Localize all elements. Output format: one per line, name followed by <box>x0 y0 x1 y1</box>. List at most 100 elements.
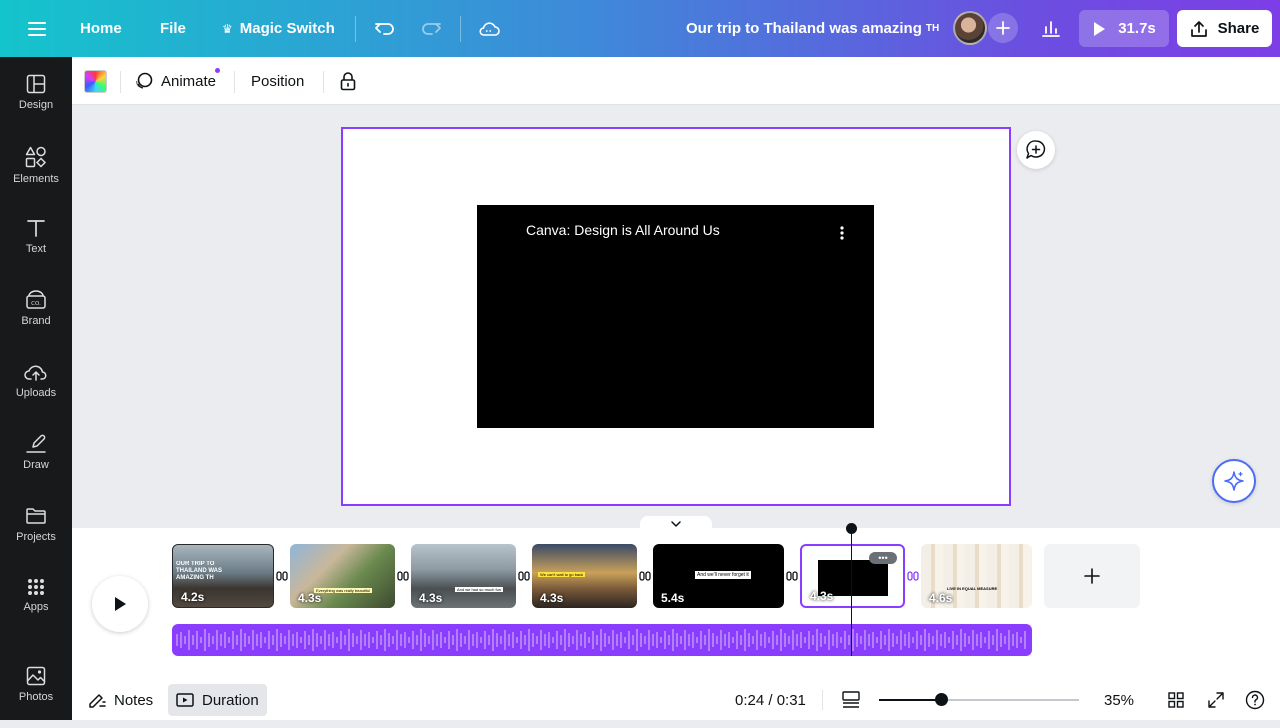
sidebar-item-label: Brand <box>21 315 51 327</box>
playhead-handle[interactable] <box>846 523 857 534</box>
timeline-clip[interactable]: Everything was really beautiful 4.3s <box>290 544 395 608</box>
sidebar-item-design[interactable]: Design <box>0 74 72 136</box>
playback-time: 0:24 / 0:31 <box>735 691 806 709</box>
color-picker-button[interactable] <box>84 70 107 93</box>
insights-icon[interactable] <box>1034 11 1068 45</box>
transition-handle[interactable] <box>907 569 919 583</box>
timeline-view-icon[interactable] <box>840 688 862 712</box>
zoom-slider[interactable] <box>879 693 1079 706</box>
draw-icon <box>26 434 46 453</box>
timeline-clip-selected[interactable]: ••• 4.3s <box>800 544 905 608</box>
divider <box>120 71 121 93</box>
transition-handle[interactable] <box>397 569 409 583</box>
undo-icon[interactable] <box>372 16 398 42</box>
design-title-text: Our trip to Thailand was amazing <box>686 20 922 37</box>
divider <box>234 71 235 93</box>
zoom-level[interactable]: 35% <box>1104 684 1134 716</box>
sidebar-item-label: Design <box>18 99 54 111</box>
clip-more-button[interactable]: ••• <box>869 552 897 564</box>
fullscreen-icon[interactable] <box>1204 688 1228 712</box>
help-icon[interactable] <box>1243 688 1267 712</box>
play-icon <box>1094 21 1106 36</box>
transition-handle[interactable] <box>639 569 651 583</box>
play-button[interactable] <box>92 576 148 632</box>
audio-waveform <box>176 629 1026 651</box>
sidebar-item-brand[interactable]: CO. Brand <box>0 290 72 352</box>
clip-caption: And we had so much fun <box>455 587 504 592</box>
play-icon <box>115 597 126 611</box>
redo-icon[interactable] <box>418 16 444 42</box>
sidebar-item-projects[interactable]: Projects <box>0 506 72 568</box>
timeline-clip[interactable]: And we'll never forget it 5.4s <box>653 544 784 608</box>
sidebar-item-text[interactable]: Text <box>0 218 72 280</box>
more-options-icon[interactable] <box>837 223 847 243</box>
add-clip-button[interactable] <box>1044 544 1140 608</box>
menu-icon[interactable] <box>24 16 50 42</box>
magic-switch-label: Magic Switch <box>239 20 335 37</box>
timeline-clip[interactable]: LIVE IN EQUAL MEASURE 4.6s <box>921 544 1032 608</box>
timeline-clip[interactable]: OUR TRIP TO THAILAND WAS AMAZING TH 4.2s <box>172 544 274 608</box>
magic-assistant-icon[interactable] <box>1212 459 1256 503</box>
sidebar-item-label: Apps <box>23 601 49 613</box>
grid-view-icon[interactable] <box>1164 688 1188 712</box>
chevron-down-icon <box>671 521 681 527</box>
divider <box>355 16 356 42</box>
design-title-suffix: TH <box>925 23 940 34</box>
clip-caption: And we'll never forget it <box>695 571 751 579</box>
clip-caption: OUR TRIP TO THAILAND WAS AMAZING TH <box>176 561 222 581</box>
animate-label: Animate <box>161 72 217 90</box>
notes-button[interactable]: Notes <box>84 684 157 716</box>
sidebar-item-photos[interactable]: Photos <box>0 666 72 728</box>
comment-add-icon[interactable] <box>1017 131 1055 169</box>
new-feature-dot <box>215 68 221 73</box>
clip-caption: We can't wait to go back <box>538 572 586 577</box>
add-collaborator-button[interactable] <box>988 13 1018 43</box>
notes-icon <box>89 694 106 708</box>
text-icon <box>27 220 45 237</box>
collapse-timeline-button[interactable] <box>640 516 712 532</box>
clip-duration: 4.3s <box>419 591 443 605</box>
sidebar-item-label: Uploads <box>15 387 57 399</box>
lock-icon[interactable] <box>336 68 360 94</box>
animate-button[interactable]: Animate <box>134 65 221 97</box>
left-sidebar: Design Elements Text CO. Brand Uploads D… <box>0 57 72 720</box>
clip-duration: 4.6s <box>929 591 953 605</box>
duration-button[interactable]: Duration <box>168 684 267 716</box>
timeline-clip[interactable]: We can't wait to go back 4.3s <box>532 544 637 608</box>
sidebar-item-label: Elements <box>13 173 59 185</box>
zoom-slider-thumb[interactable] <box>935 693 948 706</box>
share-icon <box>1190 20 1207 37</box>
transition-handle[interactable] <box>276 569 288 583</box>
audio-track[interactable] <box>172 624 1032 656</box>
share-button[interactable]: Share <box>1177 10 1272 47</box>
avatar[interactable] <box>953 11 987 45</box>
apps-icon <box>28 579 44 595</box>
timeline-clip[interactable]: And we had so much fun 4.3s <box>411 544 516 608</box>
sidebar-item-label: Text <box>25 243 47 255</box>
present-button[interactable]: 31.7s <box>1079 10 1169 47</box>
sidebar-item-apps[interactable]: Apps <box>0 578 72 640</box>
playhead[interactable] <box>851 528 852 656</box>
sidebar-item-draw[interactable]: Draw <box>0 434 72 496</box>
plus-icon <box>1084 568 1100 584</box>
notes-label: Notes <box>114 691 154 709</box>
projects-icon <box>26 508 46 524</box>
design-title[interactable]: Our trip to Thailand was amazing TH <box>686 0 939 57</box>
sidebar-item-label: Projects <box>16 531 56 543</box>
cloud-save-icon[interactable] <box>476 16 502 42</box>
divider <box>323 71 324 93</box>
clip-duration: 4.3s <box>540 591 564 605</box>
duration-label: Duration <box>202 691 259 709</box>
home-button[interactable]: Home <box>80 0 122 57</box>
sidebar-item-uploads[interactable]: Uploads <box>0 362 72 424</box>
file-menu[interactable]: File <box>160 0 186 57</box>
sidebar-item-elements[interactable]: Elements <box>0 146 72 208</box>
magic-switch-button[interactable]: ♛ Magic Switch <box>222 0 335 57</box>
clip-duration: 4.2s <box>181 590 205 604</box>
position-button[interactable]: Position <box>251 65 304 97</box>
embedded-video[interactable]: Canva: Design is All Around Us <box>477 205 874 428</box>
brand-icon: CO. <box>26 290 46 309</box>
transition-handle[interactable] <box>518 569 530 583</box>
divider <box>460 16 461 42</box>
transition-handle[interactable] <box>786 569 798 583</box>
